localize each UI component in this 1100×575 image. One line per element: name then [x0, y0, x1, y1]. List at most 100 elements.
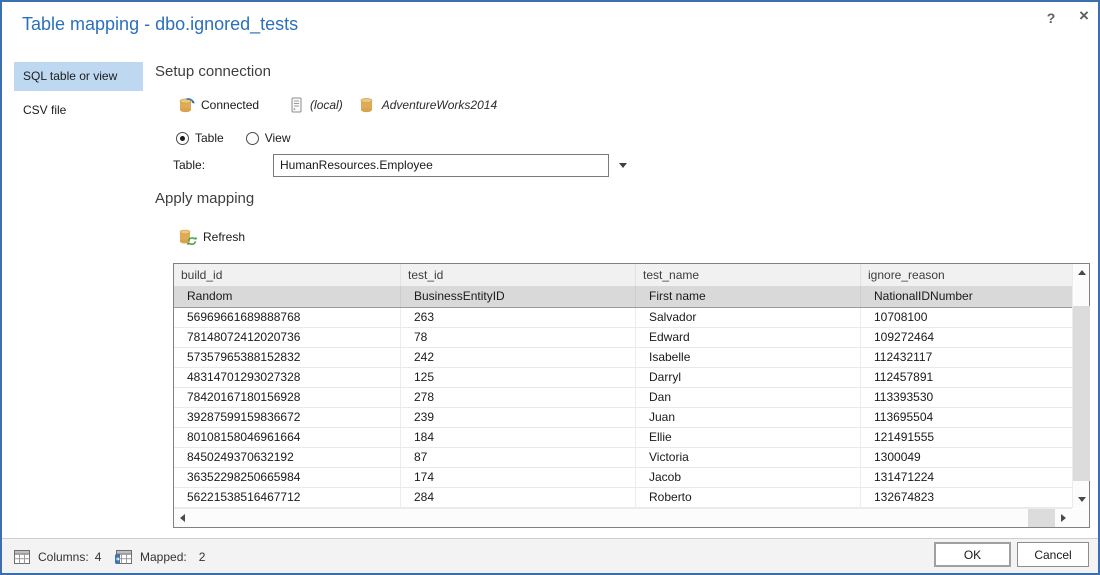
refresh-database-icon: [179, 229, 197, 245]
source-type-radio-group: Table View: [176, 131, 312, 145]
scroll-left-button[interactable]: [174, 509, 191, 527]
vertical-scrollbar[interactable]: [1072, 264, 1090, 508]
mapping-header[interactable]: BusinessEntityID: [401, 286, 636, 307]
table-radio-button[interactable]: [176, 131, 189, 145]
horizontal-scrollbar[interactable]: [174, 508, 1072, 527]
mapped-value: 2: [198, 549, 206, 564]
grid-cell: Victoria: [636, 448, 861, 467]
chevron-down-icon: [619, 163, 627, 168]
column-header[interactable]: test_id: [401, 264, 636, 286]
connected-label: Connected: [201, 98, 260, 112]
sidebar-item-label: SQL table or view: [23, 69, 118, 83]
table-row[interactable]: 80108158046961664 184 Ellie 121491555: [174, 428, 1072, 448]
grid-cell: 263: [401, 308, 636, 327]
grid-content: build_id test_id test_name ignore_reason…: [174, 264, 1072, 508]
table-row[interactable]: 48314701293027328 125 Darryl 112457891: [174, 368, 1072, 388]
grid-cell: 284: [401, 488, 636, 507]
table-row[interactable]: 39287599159836672 239 Juan 113695504: [174, 408, 1072, 428]
table-radio-label: Table: [195, 131, 224, 145]
table-row[interactable]: 78148072412020736 78 Edward 109272464: [174, 328, 1072, 348]
grid-cell: 239: [401, 408, 636, 427]
grid-cell: 80108158046961664: [174, 428, 401, 447]
table-row[interactable]: 56969661689888768 263 Salvador 10708100: [174, 308, 1072, 328]
grid-cell: Roberto: [636, 488, 861, 507]
grid-cell: 1300049: [874, 450, 921, 464]
table-combobox[interactable]: HumanResources.Employee: [273, 154, 609, 177]
grid-cell: 113695504: [874, 410, 934, 424]
column-header[interactable]: build_id: [174, 264, 401, 286]
grid-cell: 56221538516467712: [174, 488, 401, 507]
cancel-button[interactable]: Cancel: [1017, 542, 1089, 567]
refresh-button[interactable]: Refresh: [179, 229, 245, 245]
triangle-left-icon: [180, 514, 185, 522]
column-header[interactable]: test_name: [636, 264, 861, 286]
grid-cell: 131471224: [874, 470, 935, 484]
view-radio-button[interactable]: [245, 131, 259, 145]
database-name: AdventureWorks2014: [381, 98, 498, 112]
mapping-header[interactable]: Random: [174, 286, 401, 307]
grid-cell: 184: [401, 428, 636, 447]
grid-cell: Darryl: [636, 368, 861, 387]
grid-cell: 8450249370632192: [174, 448, 401, 467]
grid-cell: 78: [401, 328, 636, 347]
dialog-title: Table mapping - dbo.ignored_tests: [22, 14, 299, 34]
scroll-up-button[interactable]: [1073, 264, 1090, 281]
grid-cell: 132674823: [874, 490, 935, 504]
grid-cell: 39287599159836672: [174, 408, 401, 427]
table-field-label: Table:: [173, 158, 206, 172]
combobox-dropdown-button[interactable]: [611, 154, 635, 177]
table-row[interactable]: 36352298250665984 174 Jacob 131471224: [174, 468, 1072, 488]
table-row[interactable]: 8450249370632192 87 Victoria 1300049: [174, 448, 1072, 468]
grid-cell: Salvador: [636, 308, 861, 327]
mapping-header[interactable]: First name: [636, 286, 861, 307]
close-icon[interactable]: ×: [1074, 5, 1094, 27]
scroll-right-button[interactable]: [1055, 509, 1072, 527]
grid-cell: 78148072412020736: [174, 328, 401, 347]
grid-cell: 278: [401, 388, 636, 407]
connected-database-icon: [178, 97, 195, 113]
columns-value: 4: [94, 549, 102, 564]
grid-cell: Edward: [636, 328, 861, 347]
mapping-header[interactable]: NationalIDNumber: [861, 286, 1072, 307]
scroll-down-button[interactable]: [1073, 491, 1090, 508]
table-row[interactable]: 56221538516467712 284 Roberto 132674823: [174, 488, 1072, 508]
triangle-right-icon: [1061, 514, 1066, 522]
horizontal-scrollbar-thumb[interactable]: [1028, 509, 1055, 527]
triangle-down-icon: [1077, 497, 1086, 502]
table-row[interactable]: 78420167180156928 278 Dan 113393530: [174, 388, 1072, 408]
grid-cell: 56969661689888768: [174, 308, 401, 327]
grid-cell: Isabelle: [636, 348, 861, 367]
refresh-label: Refresh: [203, 230, 246, 244]
apply-mapping-heading: Apply mapping: [155, 190, 255, 207]
mapped-grid-icon: [115, 549, 132, 564]
grid-cell: 121491555: [874, 430, 935, 444]
grid-cell: 78420167180156928: [174, 388, 401, 407]
grid-body: 56969661689888768 263 Salvador 10708100 7814…: [174, 308, 1072, 508]
table-mapping-dialog: Table mapping - dbo.ignored_tests ? × SQ…: [0, 0, 1100, 575]
sidebar-item-label: CSV file: [23, 103, 67, 117]
grid-cell: 48314701293027328: [174, 368, 401, 387]
server-name: (local): [310, 98, 343, 112]
connection-status-row: Connected (local) AdventureWorks2014: [178, 97, 497, 113]
grid-cell: 174: [401, 468, 636, 487]
grid-cell: Ellie: [636, 428, 861, 447]
grid-cell: 87: [401, 448, 636, 467]
sidebar-item-sql-table-or-view[interactable]: SQL table or view: [14, 62, 143, 91]
server-icon: [291, 97, 302, 113]
grid-cell: Jacob: [636, 468, 861, 487]
grid-cell: 242: [401, 348, 636, 367]
grid-cell: 10708100: [874, 310, 928, 324]
ok-button[interactable]: OK: [934, 542, 1011, 567]
columns-label: Columns:: [38, 549, 89, 564]
view-radio-label: View: [264, 131, 291, 145]
triangle-up-icon: [1077, 270, 1086, 275]
grid-cell: Juan: [636, 408, 861, 427]
table-grid-icon: [14, 549, 30, 564]
vertical-scrollbar-thumb[interactable]: [1073, 306, 1090, 481]
sidebar-item-csv-file[interactable]: CSV file: [14, 96, 143, 125]
scrollbar-corner: [1072, 509, 1089, 527]
column-header[interactable]: ignore_reason: [861, 264, 1072, 286]
table-row[interactable]: 57357965388152832 242 Isabelle 112432117: [174, 348, 1072, 368]
help-icon[interactable]: ?: [1042, 9, 1060, 27]
mapping-grid: build_id test_id test_name ignore_reason…: [173, 263, 1090, 528]
